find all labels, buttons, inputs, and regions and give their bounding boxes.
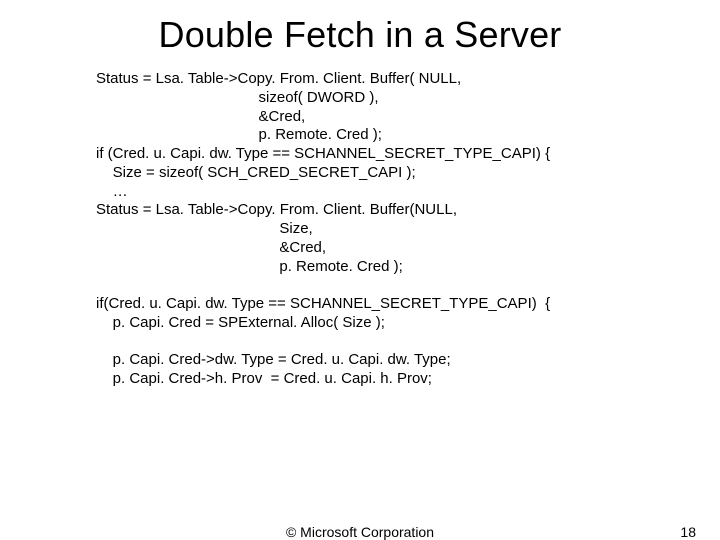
copyright-text: © Microsoft Corporation — [286, 524, 434, 540]
code-block: Status = Lsa. Table->Copy. From. Client.… — [96, 70, 656, 389]
page-number: 18 — [680, 524, 696, 540]
slide: Double Fetch in a Server Status = Lsa. T… — [0, 0, 720, 540]
slide-title: Double Fetch in a Server — [0, 14, 720, 56]
